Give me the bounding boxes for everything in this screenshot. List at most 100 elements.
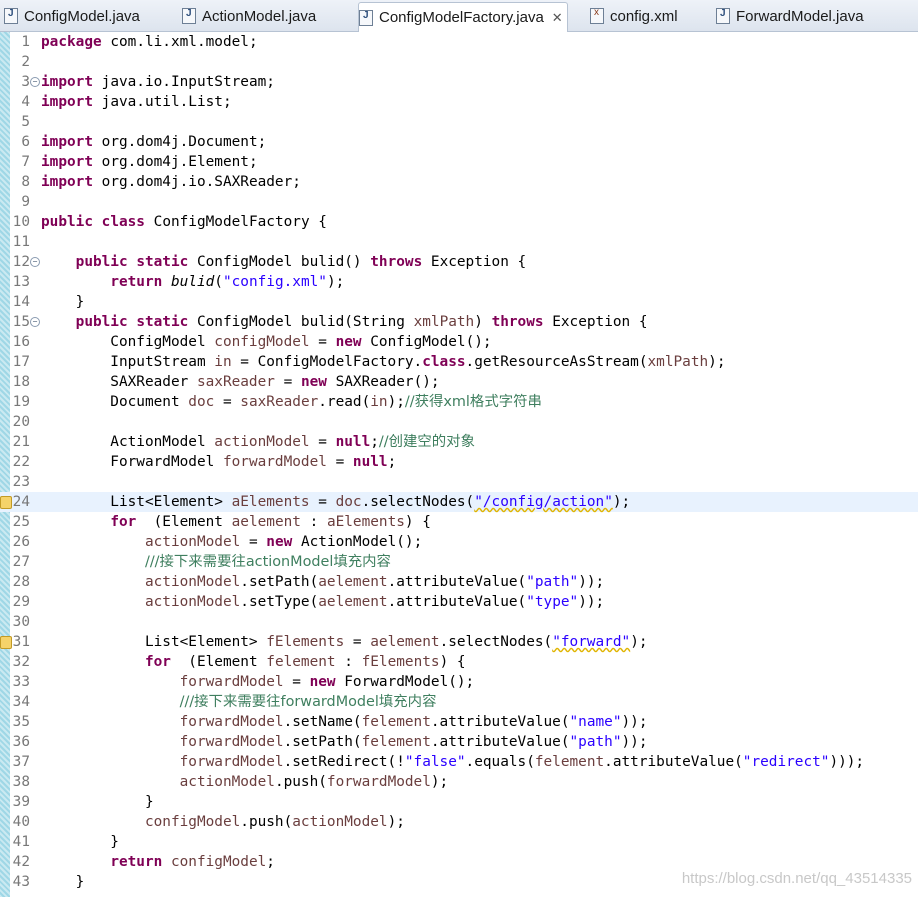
code-line[interactable]: 41 } xyxy=(0,832,918,852)
code-line[interactable]: 16 ConfigModel configModel = new ConfigM… xyxy=(0,332,918,352)
code-token: actionModel xyxy=(144,594,241,610)
code-token: : xyxy=(300,514,327,530)
code-line[interactable]: 20 xyxy=(0,412,918,432)
code-line[interactable]: 15− public static ConfigModel bulid(Stri… xyxy=(0,312,918,332)
code-token: .read( xyxy=(318,394,371,410)
code-line[interactable]: 28 actionModel.setPath(aelement.attribut… xyxy=(0,572,918,592)
fold-toggle-icon[interactable]: − xyxy=(30,317,40,327)
code-token: ; xyxy=(370,434,379,450)
code-line[interactable]: 24 List<Element> aElements = doc.selectN… xyxy=(0,492,918,512)
code-token: new xyxy=(266,534,293,550)
close-tab-icon[interactable]: ✕ xyxy=(552,10,563,26)
code-line[interactable]: 42 return configModel; xyxy=(0,852,918,872)
code-line[interactable]: 9 xyxy=(0,192,918,212)
code-line[interactable]: 22 ForwardModel forwardModel = null; xyxy=(0,452,918,472)
line-number: 43 xyxy=(12,874,30,890)
code-token: )); xyxy=(621,734,648,750)
code-line[interactable]: 23 xyxy=(0,472,918,492)
code-line[interactable]: 2 xyxy=(0,52,918,72)
tab-actionmodel-java[interactable]: ActionModel.java xyxy=(182,2,316,30)
code-line[interactable]: 13 return bulid("config.xml"); xyxy=(0,272,918,292)
code-line[interactable]: 39 } xyxy=(0,792,918,812)
code-token: .attributeValue( xyxy=(387,594,527,610)
code-token: ForwardModel(); xyxy=(344,674,475,690)
tab-configmodel-java[interactable]: ConfigModel.java xyxy=(4,2,140,30)
code-line[interactable]: 6 import org.dom4j.Document; xyxy=(0,132,918,152)
code-token: .setType( xyxy=(240,594,319,610)
code-line[interactable]: 30 xyxy=(0,612,918,632)
code-token: Exception { xyxy=(552,314,648,330)
code-token: aelement xyxy=(231,514,301,530)
code-token: com.li.xml.model; xyxy=(110,34,258,50)
code-line[interactable]: 27 ///接下来需要往actionModel填充内容 xyxy=(0,552,918,572)
line-number: 4 xyxy=(21,94,30,110)
code-line[interactable]: 10 public class ConfigModelFactory { xyxy=(0,212,918,232)
fold-toggle-icon[interactable]: − xyxy=(30,77,40,87)
tab-configmodelfactory-java[interactable]: ConfigModelFactory.java ✕ xyxy=(358,2,568,32)
code-line[interactable]: 29 actionModel.setType(aelement.attribut… xyxy=(0,592,918,612)
code-line[interactable]: 34 ///接下来需要往forwardModel填充内容 xyxy=(0,692,918,712)
code-line[interactable]: 33 forwardModel = new ForwardModel(); xyxy=(0,672,918,692)
code-line[interactable]: 35 forwardModel.setName(felement.attribu… xyxy=(0,712,918,732)
code-line[interactable]: 8 import org.dom4j.io.SAXReader; xyxy=(0,172,918,192)
line-number: 16 xyxy=(12,334,30,350)
code-line[interactable]: 25 for (Element aelement : aElements) { xyxy=(0,512,918,532)
line-number: 31 xyxy=(12,634,30,650)
code-line[interactable]: 5 xyxy=(0,112,918,132)
code-token: = xyxy=(344,634,371,650)
tab-config-xml[interactable]: config.xml xyxy=(590,2,678,30)
code-token: = xyxy=(214,394,241,410)
code-line[interactable]: 32 for (Element felement : fElements) { xyxy=(0,652,918,672)
code-text: List<Element> fElements = aelement.selec… xyxy=(41,632,648,652)
code-token: felement xyxy=(266,654,336,670)
code-line[interactable]: 19 Document doc = saxReader.read(in);//获… xyxy=(0,392,918,412)
code-line[interactable]: 38 actionModel.push(forwardModel); xyxy=(0,772,918,792)
code-token: ; xyxy=(387,454,397,470)
code-text: } xyxy=(41,832,119,852)
code-line[interactable]: 36 forwardModel.setPath(felement.attribu… xyxy=(0,732,918,752)
code-text: actionModel.setType(aelement.attributeVa… xyxy=(41,592,604,612)
code-line[interactable]: 40 configModel.push(actionModel); xyxy=(0,812,918,832)
code-token: public xyxy=(41,214,93,230)
code-token: .attributeValue( xyxy=(430,714,570,730)
line-number: 20 xyxy=(12,414,30,430)
code-token: configModel xyxy=(214,334,310,350)
xml-file-icon xyxy=(590,7,604,24)
code-token: package xyxy=(41,34,102,50)
warning-marker-icon[interactable] xyxy=(0,496,12,509)
code-token: public xyxy=(75,314,128,330)
tab-forwardmodel-java[interactable]: ForwardModel.java xyxy=(716,2,864,30)
code-editor[interactable]: 1 package com.li.xml.model; 2 3− import java… xyxy=(0,32,918,892)
fold-toggle-icon[interactable]: − xyxy=(30,257,40,267)
warning-marker-icon[interactable] xyxy=(0,636,12,649)
code-token: )); xyxy=(621,714,648,730)
code-token: actionModel xyxy=(292,814,388,830)
line-number: 9 xyxy=(21,194,30,210)
code-line[interactable]: 4 import java.util.List; xyxy=(0,92,918,112)
code-line[interactable]: 12− public static ConfigModel bulid() th… xyxy=(0,252,918,272)
code-line[interactable]: 26 actionModel = new ActionModel(); xyxy=(0,532,918,552)
code-text: actionModel.push(forwardModel); xyxy=(41,772,449,792)
code-line[interactable]: 18 SAXReader saxReader = new SAXReader()… xyxy=(0,372,918,392)
tab-label: ConfigModel.java xyxy=(24,7,140,25)
code-text: ConfigModel configModel = new ConfigMode… xyxy=(41,332,491,352)
code-token: actionModel xyxy=(214,434,310,450)
code-line[interactable]: 11 xyxy=(0,232,918,252)
code-line[interactable]: 14 } xyxy=(0,292,918,312)
code-text: ForwardModel forwardModel = null; xyxy=(41,452,396,472)
code-token: ))); xyxy=(829,754,865,770)
code-line[interactable]: 3− import java.io.InputStream; xyxy=(0,72,918,92)
line-number: 13 xyxy=(12,274,30,290)
code-token: Document xyxy=(41,394,189,410)
code-line[interactable]: 1 package com.li.xml.model; xyxy=(0,32,918,52)
line-number: 27 xyxy=(12,554,30,570)
code-line[interactable]: 7 import org.dom4j.Element; xyxy=(0,152,918,172)
code-line[interactable]: 31 List<Element> fElements = aelement.se… xyxy=(0,632,918,652)
code-line[interactable]: 37 forwardModel.setRedirect(!"false".equ… xyxy=(0,752,918,772)
code-line[interactable]: 21 ActionModel actionModel = null;//创建空的… xyxy=(0,432,918,452)
code-line[interactable]: 17 InputStream in = ConfigModelFactory.c… xyxy=(0,352,918,372)
